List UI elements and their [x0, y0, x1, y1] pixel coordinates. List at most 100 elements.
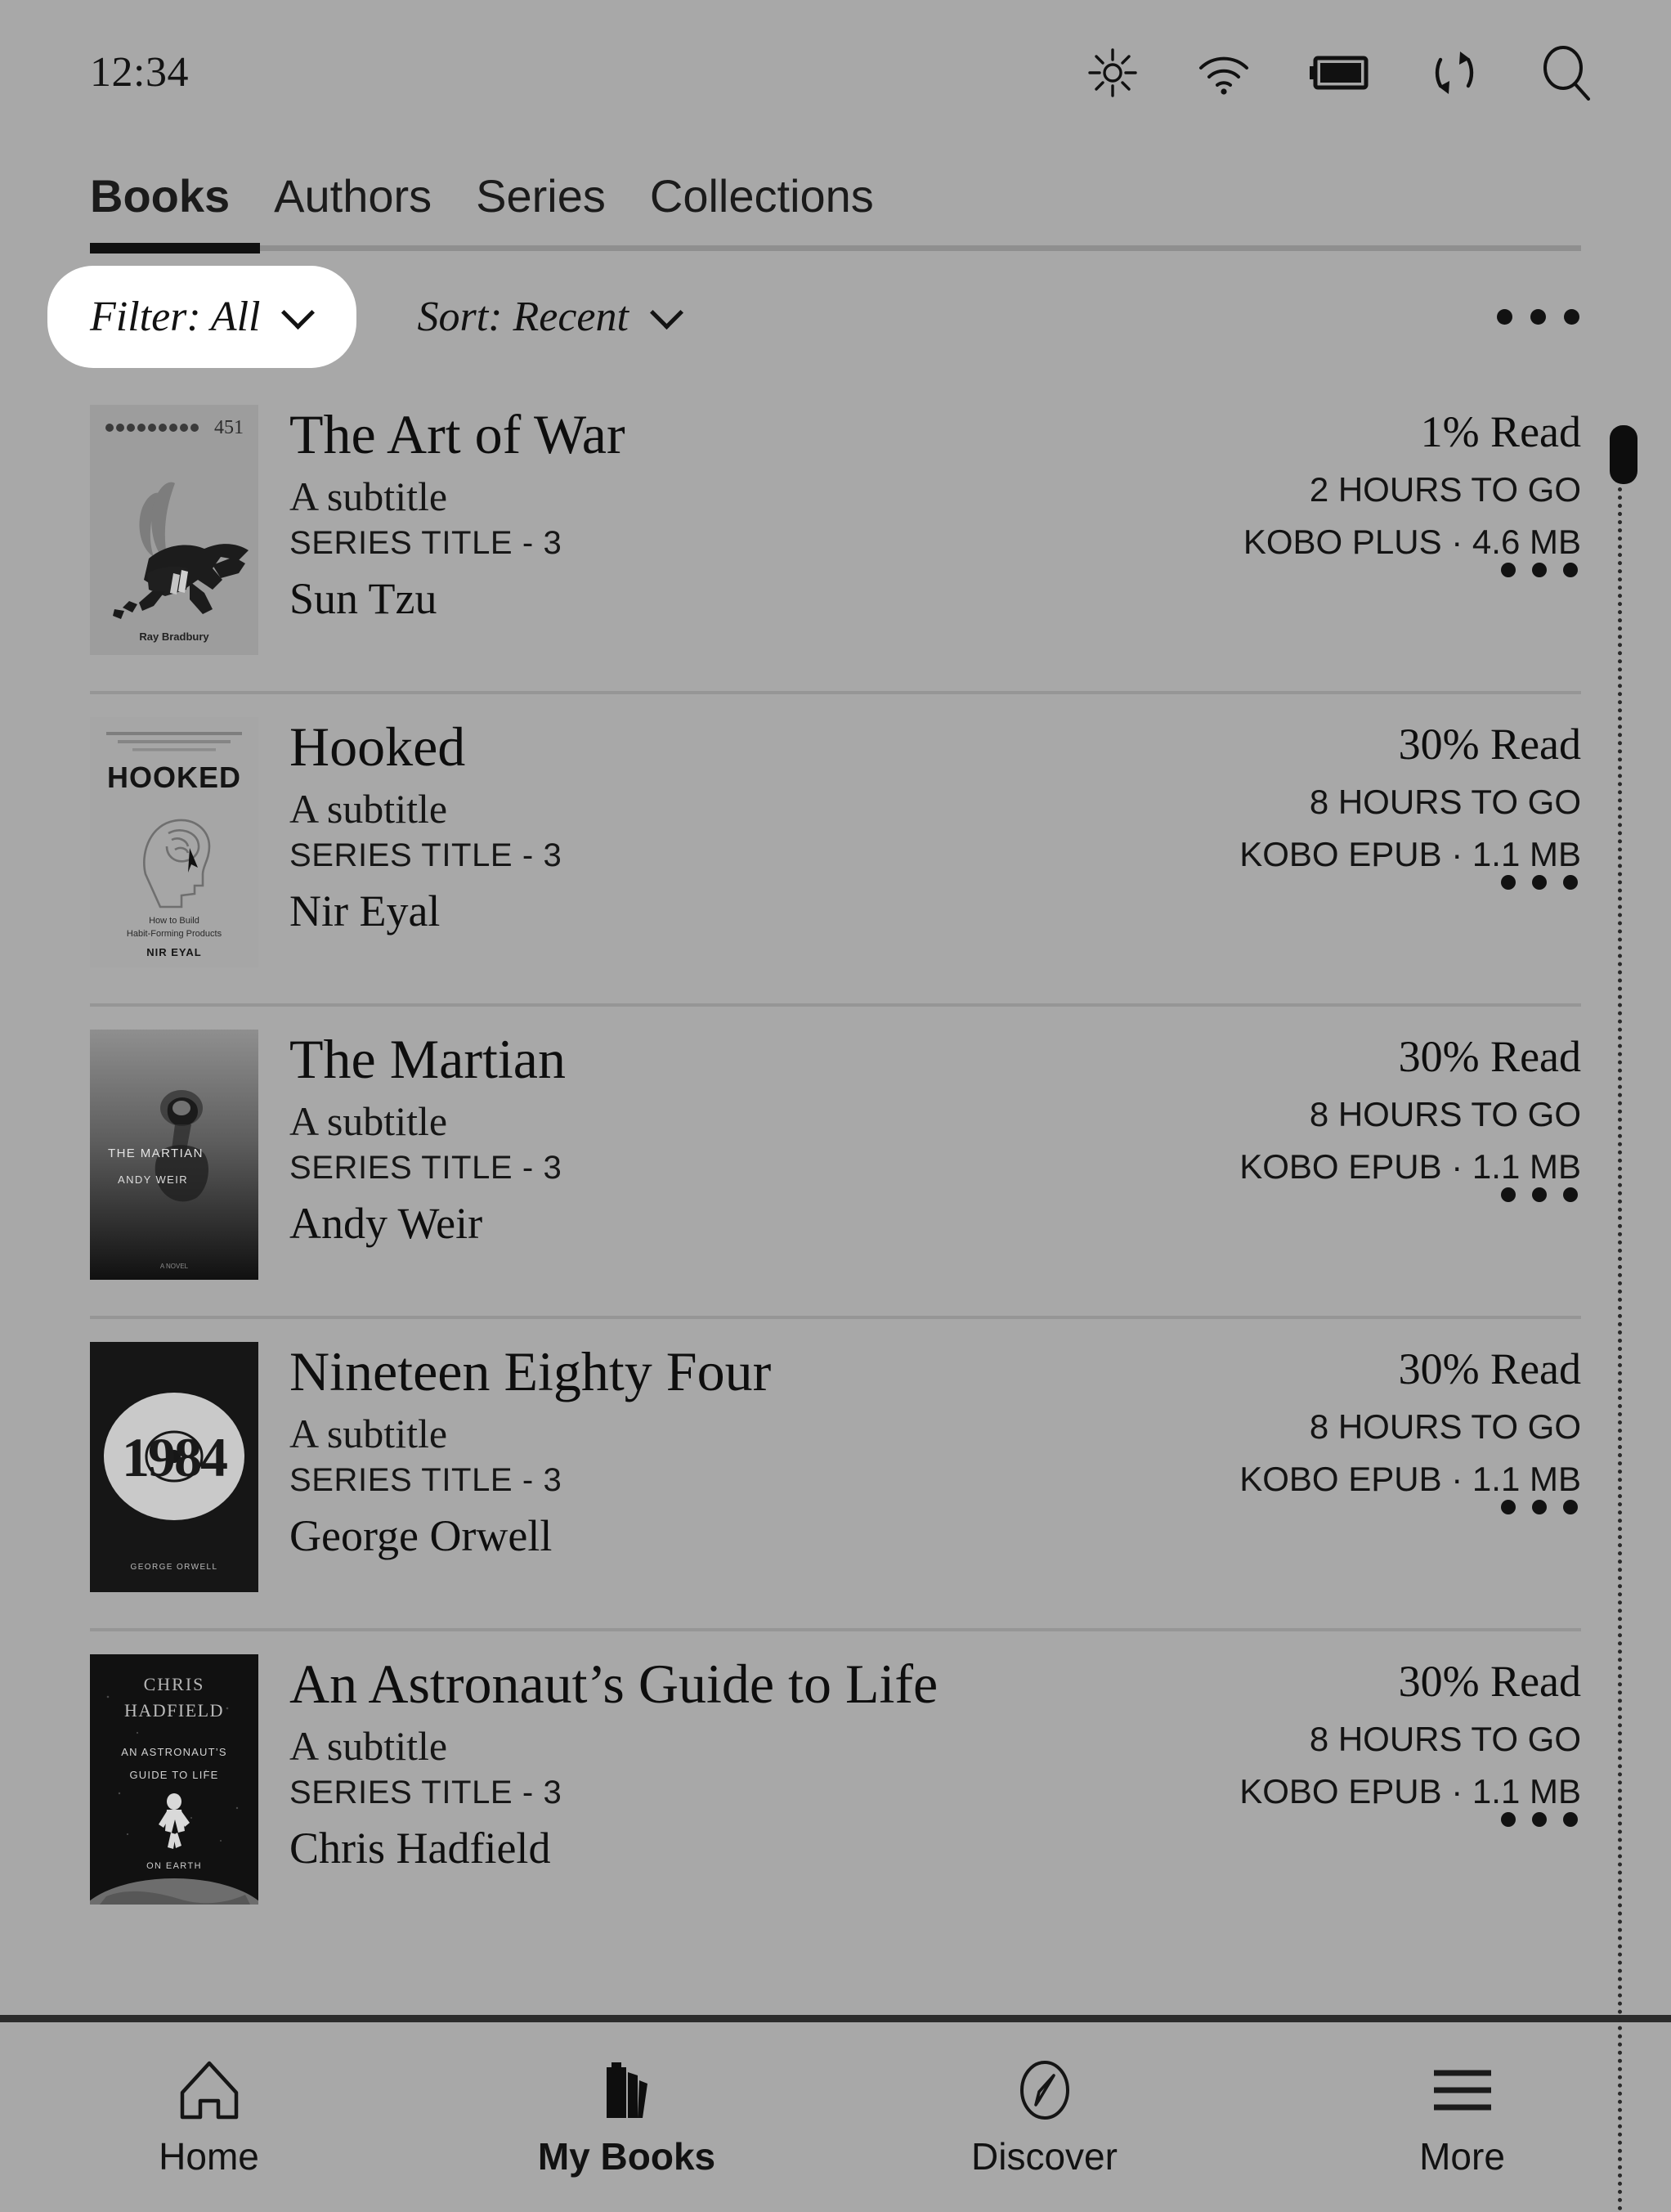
book-cover[interactable]: 451 Ray Bradbury [90, 405, 258, 655]
wifi-icon[interactable] [1197, 50, 1251, 96]
book-title: An Astronaut’s Guide to Life [289, 1653, 939, 1715]
book-overflow-button[interactable] [1501, 1499, 1581, 1519]
table-row[interactable]: 451 Ray Bradbury The Art of War A subtit… [90, 382, 1581, 694]
compass-icon [1015, 2059, 1075, 2121]
dot [1501, 1187, 1516, 1202]
dot [1563, 1499, 1578, 1514]
scrollbar-thumb[interactable] [1610, 425, 1637, 484]
book-list[interactable]: 451 Ray Bradbury The Art of War A subtit… [0, 382, 1671, 2015]
format-and-size: KOBO PLUS · 4.6 MB [1243, 523, 1581, 562]
book-title: The Art of War [289, 403, 625, 465]
format-and-size: KOBO EPUB · 1.1 MB [1239, 1147, 1581, 1187]
home-icon [177, 2059, 241, 2121]
book-author: Nir Eyal [289, 886, 441, 936]
svg-text:THE MARTIAN: THE MARTIAN [108, 1146, 204, 1160]
dot [1501, 1499, 1516, 1514]
book-series: SERIES TITLE - 3 [289, 1774, 562, 1810]
dot [1501, 874, 1516, 890]
book-author: George Orwell [289, 1510, 553, 1560]
svg-text:HOOKED: HOOKED [107, 761, 241, 794]
dot [1501, 562, 1516, 577]
book-info: The Martian A subtitle SERIES TITLE - 3 … [258, 1030, 1189, 1246]
nav-item-home[interactable]: Home [0, 2059, 418, 2175]
time-remaining: 8 HOURS TO GO [1309, 1095, 1581, 1133]
brightness-icon[interactable] [1087, 47, 1138, 98]
svg-text:NIR EYAL: NIR EYAL [146, 946, 201, 958]
time-remaining: 2 HOURS TO GO [1309, 470, 1581, 509]
scrollbar-track[interactable] [1610, 425, 1637, 2212]
filter-dropdown[interactable]: Filter: All [47, 265, 357, 368]
book-overflow-button[interactable] [1501, 874, 1581, 895]
book-info: The Art of War A subtitle SERIES TITLE -… [258, 405, 1189, 621]
book-meta: 1% Read 2 HOURS TO GO KOBO PLUS · 4.6 MB [1189, 405, 1581, 582]
book-title: The Martian [289, 1028, 566, 1090]
dot [1563, 1187, 1578, 1202]
library-overflow-button[interactable] [1497, 308, 1593, 325]
status-icon-group [1087, 45, 1593, 101]
nav-label-my-books: My Books [537, 2135, 716, 2178]
table-row[interactable]: 1984 GEORGE ORWELL Nineteen Eighty Four … [90, 1319, 1581, 1631]
table-row[interactable]: CHRIS HADFIELD AN ASTRONAUT’S GUIDE TO L… [90, 1631, 1581, 1944]
book-author: Andy Weir [289, 1198, 483, 1248]
dot [1532, 874, 1547, 890]
tab-series[interactable]: Series [476, 173, 606, 224]
filter-sort-bar: Filter: All Sort: Recent [0, 251, 1671, 382]
book-series: SERIES TITLE - 3 [289, 837, 562, 873]
svg-text:451: 451 [214, 417, 244, 438]
format-and-size: KOBO EPUB · 1.1 MB [1239, 835, 1581, 874]
bottom-navigation: Home My Books Discover More [0, 2022, 1671, 2212]
book-meta: 30% Read 8 HOURS TO GO KOBO EPUB · 1.1 M… [1189, 1654, 1581, 1832]
book-cover[interactable]: THE MARTIAN ANDY WEIR A NOVEL [90, 1030, 258, 1280]
book-info: Nineteen Eighty Four A subtitle SERIES T… [258, 1342, 1189, 1559]
book-subtitle: A subtitle [289, 473, 448, 519]
book-subtitle: A subtitle [289, 1723, 448, 1769]
svg-text:Ray Bradbury: Ray Bradbury [139, 630, 209, 643]
book-overflow-button[interactable] [1501, 562, 1581, 582]
book-overflow-button[interactable] [1501, 1811, 1581, 1832]
tab-books[interactable]: Books [90, 173, 230, 224]
filter-dropdown-label: Filter: All [90, 293, 261, 340]
hamburger-icon [1429, 2059, 1496, 2121]
nav-item-discover[interactable]: Discover [836, 2059, 1253, 2175]
book-info: An Astronaut’s Guide to Life A subtitle … [258, 1654, 1189, 1871]
status-bar: 12:34 [0, 0, 1671, 146]
dot [1563, 1811, 1578, 1827]
dot [1497, 308, 1512, 325]
clock: 12:34 [90, 49, 189, 96]
books-icon [592, 2059, 662, 2121]
svg-text:A NOVEL: A NOVEL [160, 1263, 189, 1270]
book-series: SERIES TITLE - 3 [289, 524, 562, 561]
book-subtitle: A subtitle [289, 786, 448, 832]
nav-label-discover: Discover [971, 2135, 1118, 2178]
table-row[interactable]: HOOKED How to Build Habit-Forming Produc… [90, 694, 1581, 1007]
time-remaining: 8 HOURS TO GO [1309, 1720, 1581, 1758]
book-author: Chris Hadfield [289, 1823, 551, 1873]
chevron-down-icon [653, 299, 681, 327]
svg-text:1984: 1984 [122, 1426, 227, 1488]
format-and-size: KOBO EPUB · 1.1 MB [1239, 1460, 1581, 1499]
sort-dropdown[interactable]: Sort: Recent [417, 293, 680, 341]
book-meta: 30% Read 8 HOURS TO GO KOBO EPUB · 1.1 M… [1189, 1030, 1581, 1207]
book-cover[interactable]: HOOKED How to Build Habit-Forming Produc… [90, 717, 258, 967]
tab-collections[interactable]: Collections [650, 173, 874, 224]
nav-item-more[interactable]: More [1253, 2059, 1671, 2175]
sync-icon[interactable] [1429, 45, 1480, 101]
svg-text:ANDY WEIR: ANDY WEIR [118, 1173, 188, 1186]
sort-dropdown-label: Sort: Recent [417, 293, 629, 340]
book-cover[interactable]: 1984 GEORGE ORWELL [90, 1342, 258, 1592]
book-meta: 30% Read 8 HOURS TO GO KOBO EPUB · 1.1 M… [1189, 717, 1581, 895]
tab-authors[interactable]: Authors [274, 173, 432, 224]
book-subtitle: A subtitle [289, 1411, 448, 1456]
dot [1564, 308, 1579, 325]
battery-icon[interactable] [1310, 55, 1370, 91]
nav-item-my-books[interactable]: My Books [418, 2059, 836, 2175]
search-icon[interactable] [1539, 45, 1593, 101]
svg-text:CHRIS: CHRIS [144, 1674, 205, 1694]
table-row[interactable]: THE MARTIAN ANDY WEIR A NOVEL The Martia… [90, 1007, 1581, 1319]
book-title: Hooked [289, 716, 466, 778]
reading-progress: 30% Read [1398, 1344, 1581, 1393]
tabs-divider [90, 243, 1581, 254]
svg-text:AN ASTRONAUT’S: AN ASTRONAUT’S [121, 1746, 226, 1758]
book-cover[interactable]: CHRIS HADFIELD AN ASTRONAUT’S GUIDE TO L… [90, 1654, 258, 1905]
book-overflow-button[interactable] [1501, 1187, 1581, 1207]
